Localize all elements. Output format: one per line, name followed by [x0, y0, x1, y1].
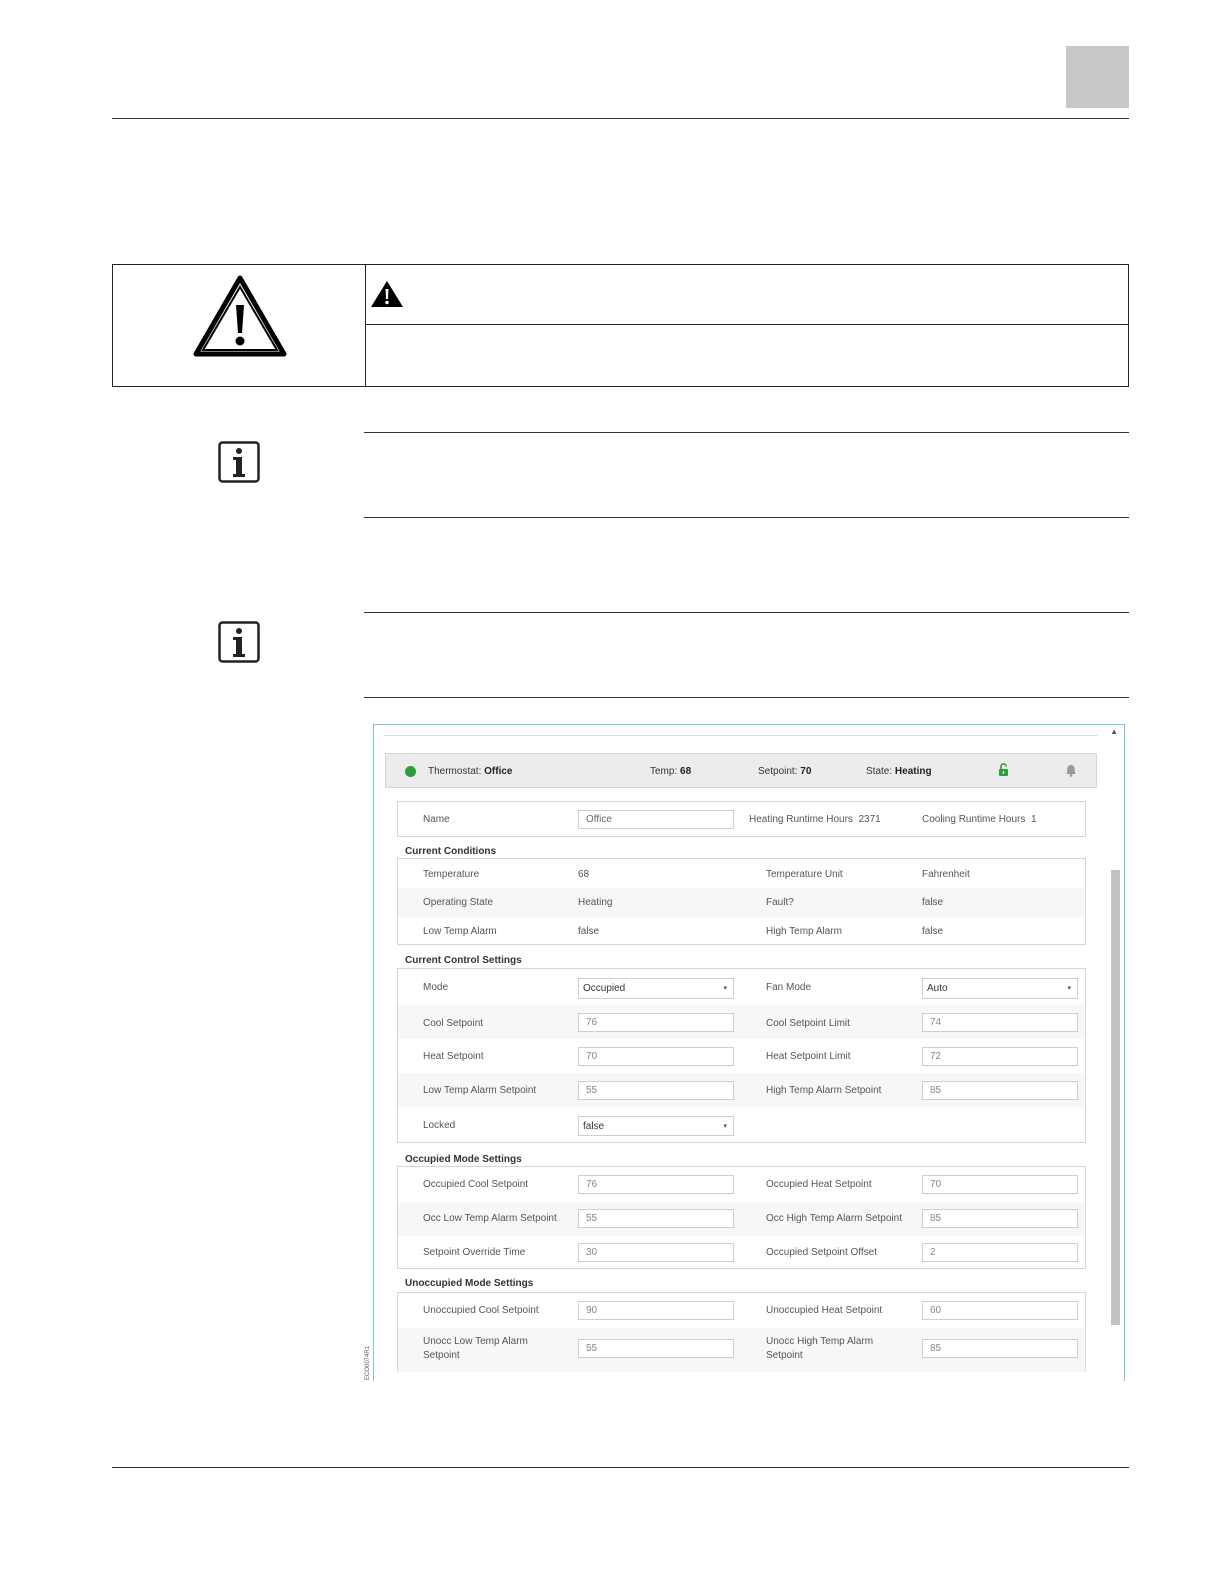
operating-state-label: Operating State — [423, 897, 494, 908]
occupied-cool-setpoint-input[interactable]: 76 — [578, 1175, 734, 1194]
dropdown-caret-icon: ▾ — [723, 1123, 727, 1130]
row-stripe — [398, 888, 1085, 917]
occ-low-temp-alarm-label: Occ Low Temp Alarm Setpoint — [423, 1213, 557, 1224]
unoccupied-cool-setpoint-input[interactable]: 90 — [578, 1301, 734, 1320]
operating-state-value: Heating — [578, 897, 613, 908]
thermostat-title: Thermostat: Office — [428, 766, 513, 777]
cool-setpoint-limit-input[interactable]: 74 — [922, 1013, 1078, 1032]
occupied-heat-setpoint-input[interactable]: 70 — [922, 1175, 1078, 1194]
occupied-heat-setpoint-label: Occupied Heat Setpoint — [766, 1179, 872, 1190]
occupied-settings-box: Occupied Cool Setpoint 76 Occupied Heat … — [397, 1166, 1086, 1269]
low-temp-alarm-label: Low Temp Alarm — [423, 926, 497, 937]
low-temp-alarm-value: false — [578, 926, 600, 937]
occ-high-temp-alarm-label: Occ High Temp Alarm Setpoint — [766, 1213, 902, 1224]
occupied-cool-setpoint-label: Occupied Cool Setpoint — [423, 1179, 529, 1190]
occupied-setpoint-offset-label: Occupied Setpoint Offset — [766, 1247, 877, 1258]
info-icon — [218, 441, 260, 483]
cooling-runtime: Cooling Runtime Hours 1 — [922, 814, 1037, 825]
cool-setpoint-input[interactable]: 76 — [578, 1013, 734, 1032]
occupied-settings-title: Occupied Mode Settings — [405, 1154, 522, 1165]
high-temp-alarm-value: false — [922, 926, 944, 937]
occupied-setpoint-offset-input[interactable]: 2 — [922, 1243, 1078, 1262]
temp-readout: Temp: 68 — [650, 766, 692, 777]
header-rule — [112, 118, 1129, 119]
footer-rule — [112, 1467, 1129, 1468]
current-conditions-box: Temperature 68 Temperature Unit Fahrenhe… — [397, 858, 1086, 945]
occ-low-temp-alarm-input[interactable]: 55 — [578, 1209, 734, 1228]
heat-setpoint-label: Heat Setpoint — [423, 1051, 484, 1062]
unocc-high-temp-alarm-label: Unocc High Temp Alarm Setpoint — [766, 1336, 874, 1361]
name-label: Name — [423, 814, 450, 825]
figure-code: ECO0074R1 — [365, 1345, 371, 1380]
note-rule-top-2 — [364, 612, 1129, 613]
mode-label: Mode — [423, 982, 449, 993]
thermostat-screenshot: ▲ Thermostat: Office Temp: 68 Setpoint: … — [373, 724, 1125, 1381]
control-settings-box: Mode Occupied ▾ Fan Mode Auto ▾ Cool Setpo… — [397, 968, 1086, 1143]
unocc-low-temp-alarm-label: Unocc Low Temp Alarm Setpoint — [423, 1336, 528, 1361]
note-rule-bottom-1 — [364, 517, 1129, 518]
heat-setpoint-limit-label: Heat Setpoint Limit — [766, 1051, 851, 1062]
setpoint-override-time-label: Setpoint Override Time — [423, 1247, 526, 1258]
locked-select[interactable]: false ▾ — [578, 1116, 734, 1136]
setpoint-readout: Setpoint: 70 — [758, 766, 812, 777]
chapter-tab-block — [1066, 46, 1129, 108]
temperature-unit-label: Temperature Unit — [766, 869, 843, 880]
fan-mode-label: Fan Mode — [766, 982, 812, 993]
warning-icon-cell — [113, 265, 366, 386]
locked-label: Locked — [423, 1120, 456, 1131]
heat-setpoint-limit-input[interactable]: 72 — [922, 1047, 1078, 1066]
low-temp-alarm-setpoint-input[interactable]: 55 — [578, 1081, 734, 1100]
high-temp-alarm-setpoint-input[interactable]: 85 — [922, 1081, 1078, 1100]
heat-setpoint-input[interactable]: 70 — [578, 1047, 734, 1066]
high-temp-alarm-label: High Temp Alarm — [766, 926, 842, 937]
cool-setpoint-limit-label: Cool Setpoint Limit — [766, 1018, 850, 1029]
fan-mode-select[interactable]: Auto ▾ — [922, 978, 1078, 999]
scroll-up-arrow-icon[interactable]: ▲ — [1110, 727, 1118, 736]
note-rule-bottom-2 — [364, 697, 1129, 698]
unoccupied-cool-setpoint-label: Unoccupied Cool Setpoint — [423, 1305, 539, 1316]
unocc-high-temp-alarm-input[interactable]: 85 — [922, 1339, 1078, 1358]
occ-high-temp-alarm-input[interactable]: 85 — [922, 1209, 1078, 1228]
unlock-icon[interactable] — [998, 763, 1009, 777]
setpoint-override-time-input[interactable]: 30 — [578, 1243, 734, 1262]
warning-separator — [365, 324, 1128, 325]
warning-triangle-icon — [193, 275, 287, 357]
fault-label: Fault? — [766, 897, 794, 908]
control-settings-title: Current Control Settings — [405, 955, 522, 966]
high-temp-alarm-setpoint-label: High Temp Alarm Setpoint — [766, 1085, 882, 1096]
dropdown-caret-icon: ▾ — [1067, 985, 1071, 992]
info-icon — [218, 621, 260, 663]
scrollbar-thumb[interactable] — [1111, 870, 1120, 1325]
temperature-unit-value: Fahrenheit — [922, 869, 970, 880]
unocc-low-temp-alarm-input[interactable]: 55 — [578, 1339, 734, 1358]
dropdown-caret-icon: ▾ — [723, 985, 727, 992]
warning-box — [112, 264, 1129, 387]
status-dot-icon — [405, 766, 416, 777]
name-row-box: Name Office Heating Runtime Hours 2371 C… — [397, 801, 1086, 837]
heating-runtime: Heating Runtime Hours 2371 — [749, 814, 881, 825]
temperature-value: 68 — [578, 869, 590, 880]
temperature-label: Temperature — [423, 869, 480, 880]
fault-value: false — [922, 897, 944, 908]
current-conditions-title: Current Conditions — [405, 846, 497, 857]
unoccupied-settings-title: Unoccupied Mode Settings — [405, 1278, 534, 1289]
top-divider — [384, 735, 1098, 736]
state-readout: State: Heating — [866, 766, 932, 777]
thermostat-header-bar: Thermostat: Office Temp: 68 Setpoint: 70… — [385, 753, 1097, 788]
name-input[interactable]: Office — [578, 810, 734, 829]
unoccupied-heat-setpoint-label: Unoccupied Heat Setpoint — [766, 1305, 883, 1316]
note-rule-top-1 — [364, 432, 1129, 433]
unoccupied-heat-setpoint-input[interactable]: 60 — [922, 1301, 1078, 1320]
cool-setpoint-label: Cool Setpoint — [423, 1018, 484, 1029]
unoccupied-settings-box: Unoccupied Cool Setpoint 90 Unoccupied H… — [397, 1292, 1086, 1372]
warning-small-icon — [371, 281, 403, 307]
low-temp-alarm-setpoint-label: Low Temp Alarm Setpoint — [423, 1085, 537, 1096]
bell-icon[interactable] — [1065, 764, 1077, 777]
mode-select[interactable]: Occupied ▾ — [578, 978, 734, 999]
